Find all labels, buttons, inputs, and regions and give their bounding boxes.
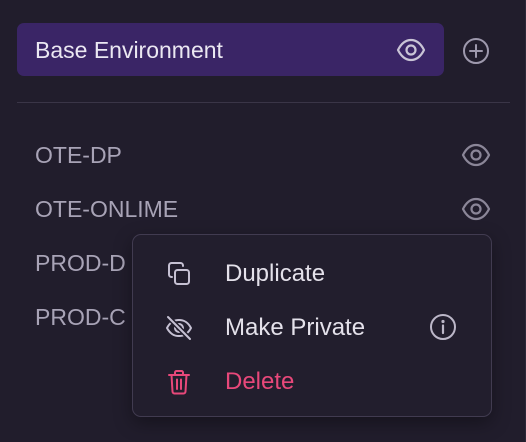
duplicate-menu-item[interactable]: Duplicate bbox=[133, 247, 491, 301]
environment-item-ote-onlime[interactable]: OTE-ONLIME bbox=[35, 195, 178, 223]
base-environment-label: Base Environment bbox=[35, 37, 223, 63]
environment-panel: Base Environment OTE-DP OTE-ONLIME PROD-… bbox=[0, 0, 526, 442]
eye-off-icon bbox=[165, 314, 193, 342]
duplicate-label: Duplicate bbox=[225, 260, 326, 287]
environment-item-ote-dp[interactable]: OTE-DP bbox=[35, 141, 122, 169]
copy-icon bbox=[168, 262, 190, 285]
environment-item-prod-c[interactable]: PROD-C bbox=[35, 303, 126, 331]
eye-icon[interactable] bbox=[396, 37, 426, 63]
make-private-menu-item[interactable]: Make Private bbox=[133, 301, 491, 355]
context-menu: Duplicate Make Private Delete bbox=[132, 234, 492, 417]
base-environment-item[interactable]: Base Environment bbox=[17, 23, 444, 76]
eye-icon[interactable] bbox=[461, 142, 491, 168]
make-private-label: Make Private bbox=[225, 314, 366, 341]
environment-item-prod-d[interactable]: PROD-D bbox=[35, 249, 126, 277]
delete-menu-item[interactable]: Delete bbox=[133, 355, 491, 409]
plus-circle-icon[interactable] bbox=[462, 37, 490, 65]
eye-icon[interactable] bbox=[461, 196, 491, 222]
divider bbox=[17, 102, 510, 103]
delete-label: Delete bbox=[225, 368, 295, 395]
info-icon[interactable] bbox=[429, 313, 457, 341]
trash-icon bbox=[168, 370, 190, 395]
